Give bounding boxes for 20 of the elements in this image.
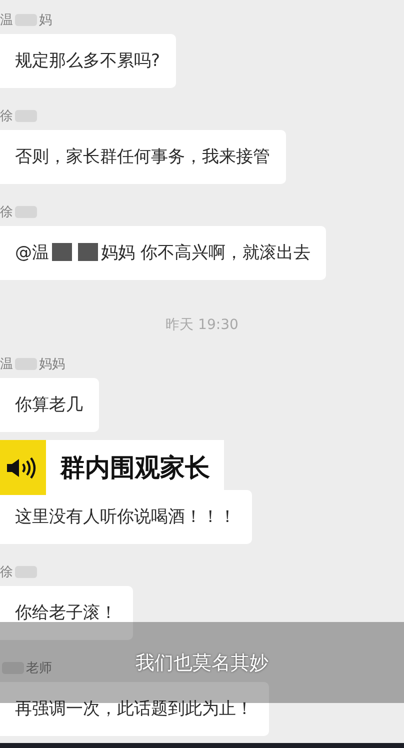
sender-name: 妈 <box>39 12 52 29</box>
message-text: 再强调一次，此话题到此为止！ <box>15 699 253 719</box>
sender-name: 妈妈 <box>39 356 65 373</box>
redaction-block <box>78 243 98 261</box>
message-text: 这里没有人听你说喝酒！！！ <box>15 507 236 527</box>
message-text: @温 <box>15 243 49 263</box>
sender-name: 徐 <box>0 564 13 581</box>
message-text: 你算老几 <box>15 395 83 415</box>
sender-name: 徐 <box>0 108 13 125</box>
timestamp: 昨天 19:30 <box>166 316 238 334</box>
subtitle-text: 我们也莫名其妙 <box>136 650 268 676</box>
redaction-block <box>52 243 72 261</box>
sender-name: 徐 <box>0 204 13 221</box>
message-text: 否则，家长群任何事务，我来接管 <box>15 147 270 167</box>
message-text: 规定那么多不累吗? <box>15 51 160 71</box>
message-text: 你给老子滚！ <box>15 603 117 623</box>
sender-name: 老师 <box>26 660 52 677</box>
message-text: 妈妈 你不高兴啊，就滚出去 <box>101 243 310 263</box>
sender-name: 温 <box>0 12 13 29</box>
sender-name: 温 <box>0 356 13 373</box>
